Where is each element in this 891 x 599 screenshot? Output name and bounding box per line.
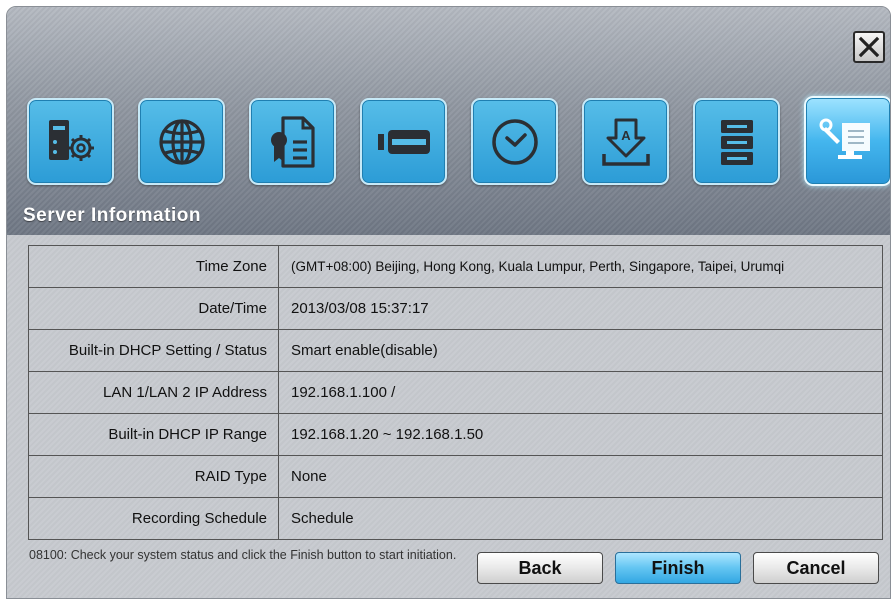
step-server-information[interactable]: [804, 96, 890, 186]
step-network[interactable]: [138, 98, 225, 185]
cancel-button[interactable]: Cancel: [753, 552, 879, 584]
row-label: LAN 1/LAN 2 IP Address: [28, 371, 279, 414]
finish-button[interactable]: Finish: [615, 552, 741, 584]
back-button[interactable]: Back: [477, 552, 603, 584]
table-row: Built-in DHCP Setting / Status Smart ena…: [28, 329, 883, 372]
row-value: 192.168.1.100 /: [278, 371, 883, 414]
close-icon: [858, 36, 880, 58]
download-icon: A: [601, 118, 650, 166]
setup-wizard-window: A Server Information Time Zone (GMT+08:0…: [6, 6, 891, 599]
storage-stack-icon: [720, 119, 753, 165]
row-value: 2013/03/08 15:37:17: [278, 287, 883, 330]
row-label: RAID Type: [28, 455, 279, 498]
row-value: None: [278, 455, 883, 498]
row-value: (GMT+08:00) Beijing, Hong Kong, Kuala Lu…: [278, 245, 883, 288]
table-row: LAN 1/LAN 2 IP Address 192.168.1.100 /: [28, 371, 883, 414]
svg-text:A: A: [621, 128, 631, 143]
globe-icon: [158, 118, 205, 165]
row-value: Schedule: [278, 497, 883, 540]
table-row: Built-in DHCP IP Range 192.168.1.20 ~ 19…: [28, 413, 883, 456]
table-row: Time Zone (GMT+08:00) Beijing, Hong Kong…: [28, 245, 883, 288]
row-label: Time Zone: [28, 245, 279, 288]
row-value: Smart enable(disable): [278, 329, 883, 372]
step-install[interactable]: A: [582, 98, 669, 185]
close-button[interactable]: [853, 31, 885, 63]
row-value: 192.168.1.20 ~ 192.168.1.50: [278, 413, 883, 456]
step-storage[interactable]: [693, 98, 780, 185]
step-date-time[interactable]: [471, 98, 558, 185]
storage-card-icon: [377, 129, 430, 154]
step-storage-card[interactable]: [360, 98, 447, 185]
status-message: 08100: Check your system status and clic…: [29, 548, 457, 562]
row-label: Recording Schedule: [28, 497, 279, 540]
tools-icon: [819, 118, 870, 159]
row-label: Built-in DHCP IP Range: [28, 413, 279, 456]
clock-icon: [491, 118, 538, 165]
server-settings-icon: [48, 119, 94, 161]
row-label: Date/Time: [28, 287, 279, 330]
table-row: RAID Type None: [28, 455, 883, 498]
row-label: Built-in DHCP Setting / Status: [28, 329, 279, 372]
server-info-table: Time Zone (GMT+08:00) Beijing, Hong Kong…: [28, 245, 883, 540]
step-certificate[interactable]: [249, 98, 336, 185]
step-server-settings[interactable]: [27, 98, 114, 185]
table-row: Recording Schedule Schedule: [28, 497, 883, 540]
page-title: Server Information: [23, 205, 201, 226]
certificate-icon: [270, 115, 315, 168]
table-row: Date/Time 2013/03/08 15:37:17: [28, 287, 883, 330]
